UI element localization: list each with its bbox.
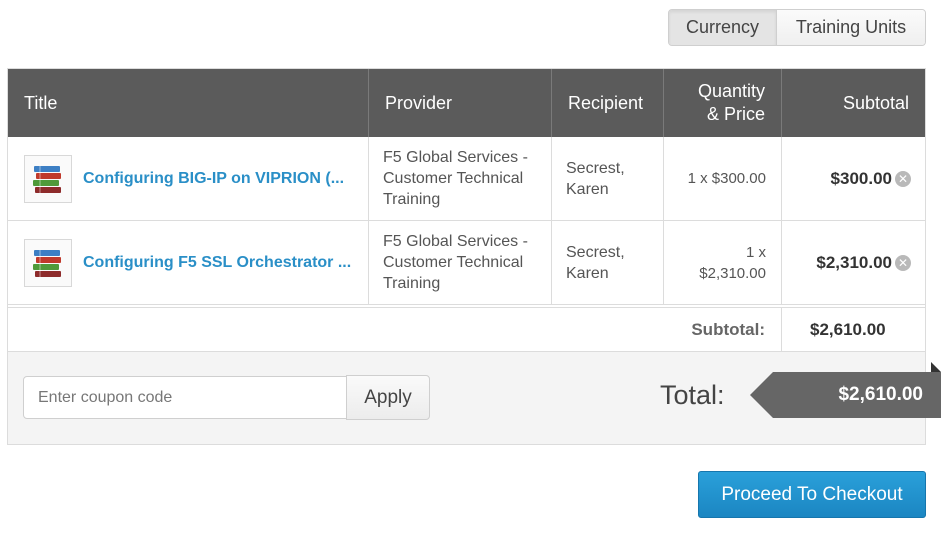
item-title-link[interactable]: Configuring BIG-IP on VIPRION (... <box>83 168 344 189</box>
item-recipient: Secrest, Karen <box>552 221 664 304</box>
header-recipient: Recipient <box>552 69 664 137</box>
item-qty-price-line1: 1 x $300.00 <box>687 170 766 187</box>
total-label: Total: <box>660 380 725 410</box>
item-subtotal: $2,310.00 <box>816 253 892 272</box>
remove-item-icon[interactable]: ✕ <box>895 254 911 271</box>
item-subtotal-cell: $300.00 ✕ <box>782 137 925 220</box>
training-units-toggle-button[interactable]: Training Units <box>777 10 925 45</box>
item-qty-price-line2: $2,310.00 <box>699 264 766 282</box>
header-price: & Price <box>706 104 765 124</box>
book-stack-icon <box>24 154 72 203</box>
currency-toggle-button[interactable]: Currency <box>669 10 777 45</box>
item-provider: F5 Global Services - Customer Technical … <box>369 221 552 304</box>
item-title-cell: Configuring BIG-IP on VIPRION (... <box>8 137 369 220</box>
table-row: Configuring BIG-IP on VIPRION (... F5 Gl… <box>8 137 925 221</box>
header-provider: Provider <box>369 69 552 137</box>
item-title-link[interactable]: Configuring F5 SSL Orchestrator ... <box>83 252 351 273</box>
apply-coupon-button[interactable]: Apply <box>346 375 430 420</box>
remove-item-icon[interactable]: ✕ <box>895 170 911 187</box>
item-qty-price-line1: 1 x <box>745 243 766 261</box>
item-provider: F5 Global Services - Customer Technical … <box>369 137 552 220</box>
item-title-cell: Configuring F5 SSL Orchestrator ... <box>8 221 369 304</box>
header-quantity-price: Quantity & Price <box>664 69 782 137</box>
subtotal-row: Subtotal: $2,610.00 <box>8 308 925 352</box>
subtotal-label: Subtotal: <box>8 308 782 351</box>
subtotal-value: $2,610.00 <box>810 319 886 339</box>
header-quantity: Quantity <box>697 81 765 101</box>
cart-table: Title Provider Recipient Quantity & Price… <box>7 68 941 445</box>
item-subtotal-cell: $2,310.00 ✕ <box>782 221 925 304</box>
header-subtotal: Subtotal <box>842 92 909 113</box>
table-header: Title Provider Recipient Quantity & Price… <box>8 69 925 137</box>
book-stack-icon <box>24 238 72 287</box>
item-subtotal: $300.00 <box>830 169 892 188</box>
item-quantity-price: 1 x $2,310.00 <box>664 221 782 304</box>
coupon-code-input[interactable] <box>23 376 347 419</box>
cart-footer: Apply Total: $2,610.00 <box>8 352 941 444</box>
pricing-mode-toggle: Currency Training Units <box>668 9 926 46</box>
item-recipient: Secrest, Karen <box>552 137 664 220</box>
total-value: $2,610.00 <box>750 362 941 418</box>
table-row: Configuring F5 SSL Orchestrator ... F5 G… <box>8 221 925 305</box>
item-quantity-price: 1 x $300.00 <box>664 137 782 220</box>
header-title: Title <box>8 69 369 137</box>
proceed-to-checkout-button[interactable]: Proceed To Checkout <box>698 471 926 518</box>
